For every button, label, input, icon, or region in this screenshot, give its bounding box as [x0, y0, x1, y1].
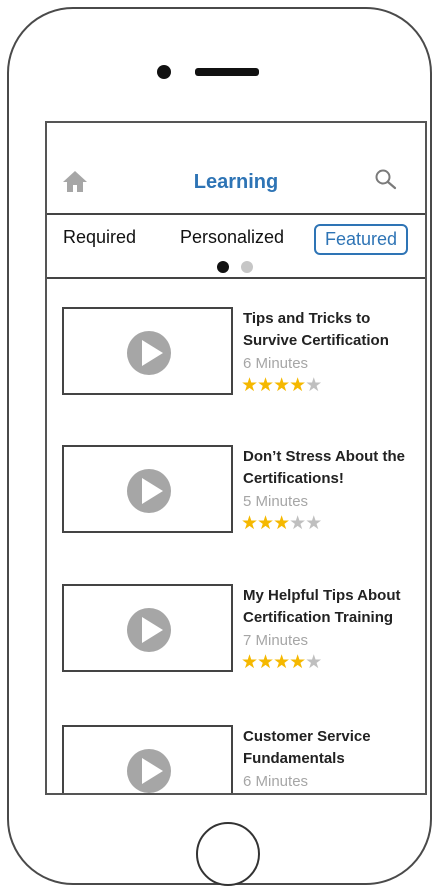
star-icon: ★: [273, 652, 290, 673]
video-title[interactable]: My Helpful Tips About Certification Trai…: [243, 585, 423, 629]
star-icon: ★: [305, 513, 322, 534]
star-rating: ★★★★★: [241, 375, 322, 397]
video-item[interactable]: My Helpful Tips About Certification Trai…: [47, 556, 425, 686]
star-icon: ★: [289, 513, 306, 534]
video-thumbnail[interactable]: [62, 584, 233, 672]
video-duration: 7 Minutes: [243, 632, 309, 649]
tab-bar: Required Personalized Featured: [47, 213, 425, 279]
page-title: Learning: [193, 171, 279, 193]
play-icon[interactable]: [127, 749, 171, 793]
star-icon: ★: [257, 513, 274, 534]
star-icon: ★: [305, 652, 322, 673]
video-list: Tips and Tricks to Survive Certification…: [47, 279, 425, 793]
video-thumbnail[interactable]: [62, 307, 233, 395]
play-icon[interactable]: [127, 331, 171, 375]
star-icon: ★: [273, 375, 290, 396]
star-icon: ★: [273, 513, 290, 534]
star-icon: ★: [241, 513, 258, 534]
play-icon[interactable]: [127, 469, 171, 513]
star-icon: ★: [257, 375, 274, 396]
video-item[interactable]: Don’t Stress About the Certifications! 5…: [47, 417, 425, 547]
page-dot-inactive[interactable]: [241, 261, 253, 273]
page-dot-active[interactable]: [217, 261, 229, 273]
video-title[interactable]: Tips and Tricks to Survive Certification: [243, 308, 423, 352]
app-header: Learning: [47, 123, 425, 213]
star-rating: ★★★★★: [241, 652, 322, 674]
star-icon: ★: [289, 652, 306, 673]
tab-personalized[interactable]: Personalized: [180, 224, 284, 255]
video-item[interactable]: Tips and Tricks to Survive Certification…: [47, 279, 425, 409]
video-item[interactable]: Customer Service Fundamentals 6 Minutes: [47, 697, 425, 793]
video-duration: 5 Minutes: [243, 493, 309, 510]
video-thumbnail[interactable]: [62, 725, 233, 793]
video-title[interactable]: Customer Service Fundamentals: [243, 726, 423, 770]
app-screen: Learning Required Personalized Featured: [45, 121, 427, 795]
star-icon: ★: [241, 375, 258, 396]
tab-required[interactable]: Required: [63, 224, 136, 255]
earpiece-speaker: [195, 68, 259, 76]
tab-featured[interactable]: Featured: [314, 224, 409, 255]
play-icon[interactable]: [127, 608, 171, 652]
video-duration: 6 Minutes: [243, 773, 309, 790]
star-icon: ★: [305, 375, 322, 396]
front-camera: [157, 65, 171, 79]
device-home-button[interactable]: [196, 822, 260, 886]
star-icon: ★: [241, 652, 258, 673]
star-rating: ★★★★★: [241, 513, 322, 535]
star-icon: ★: [257, 652, 274, 673]
video-title[interactable]: Don’t Stress About the Certifications!: [243, 446, 423, 490]
video-thumbnail[interactable]: [62, 445, 233, 533]
video-duration: 6 Minutes: [243, 355, 309, 372]
search-icon[interactable]: [373, 167, 399, 193]
star-icon: ★: [289, 375, 306, 396]
phone-frame: Learning Required Personalized Featured: [7, 7, 432, 886]
